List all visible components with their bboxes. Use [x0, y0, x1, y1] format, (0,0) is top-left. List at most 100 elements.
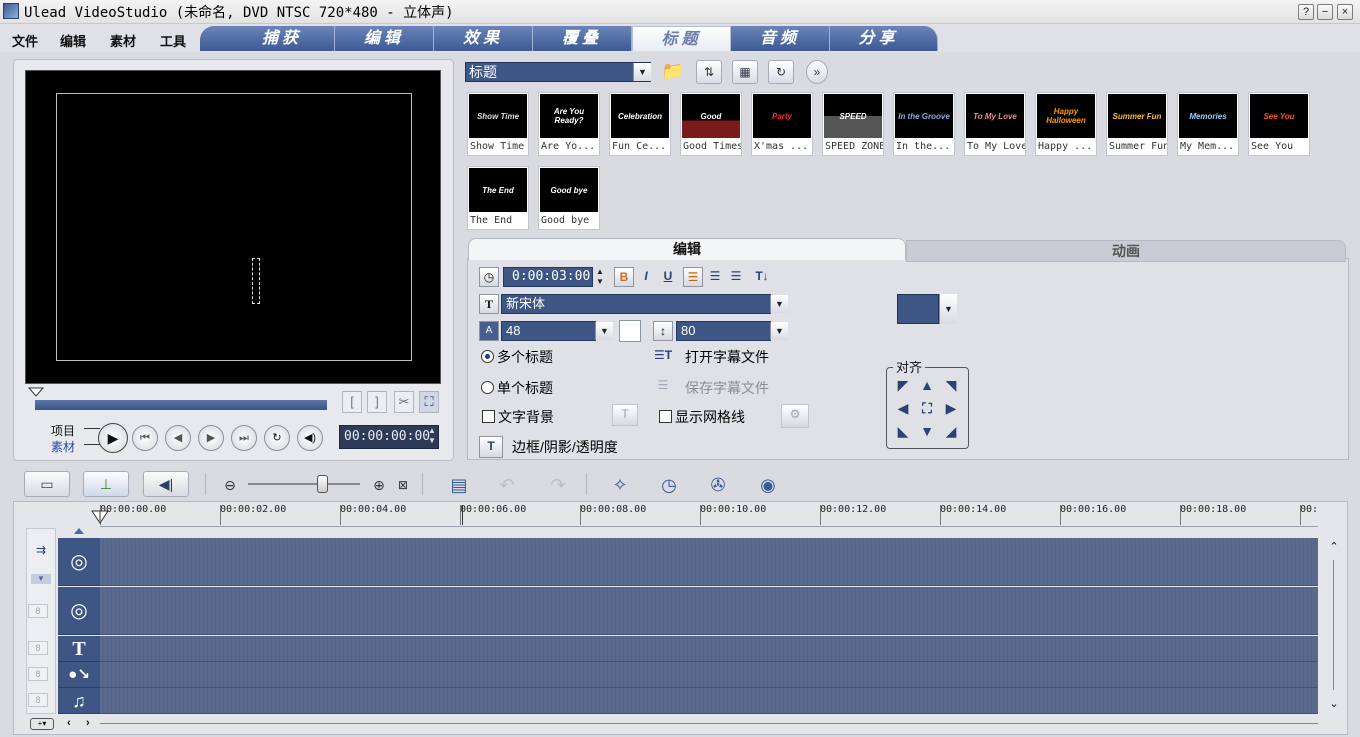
font-size-field[interactable]: 48	[501, 321, 596, 341]
add-track-icon[interactable]: +▾	[30, 718, 54, 730]
music-track[interactable]	[100, 688, 1318, 714]
scrub-handle-icon[interactable]	[28, 387, 44, 397]
smart-proxy-icon[interactable]: ✧	[605, 471, 635, 499]
title-track-icon[interactable]: T	[58, 636, 100, 662]
expand-icon[interactable]: »	[806, 60, 828, 84]
show-grid-checkbox[interactable]	[659, 410, 672, 423]
video-track[interactable]	[100, 538, 1318, 586]
library-category-select[interactable]: 标题	[465, 62, 651, 82]
duration-spin-icon[interactable]: ▲ ▼	[594, 267, 606, 289]
zoom-slider-track[interactable]	[248, 483, 360, 485]
title-template-thumb[interactable]: Happy Halloween Happy ...	[1035, 92, 1097, 156]
mode-project-label[interactable]: 项目	[51, 422, 75, 439]
timecode-spin-icon[interactable]: ▲ ▼	[426, 426, 438, 448]
horizontal-scrollbar[interactable]	[100, 723, 1318, 724]
font-select[interactable]: 新宋体	[501, 294, 771, 314]
chevron-down-icon[interactable]: ▼	[939, 294, 957, 324]
tab-effects[interactable]: 效果	[434, 26, 533, 51]
help-button[interactable]: ?	[1298, 4, 1314, 20]
title-template-thumb[interactable]: Good bye Good bye	[538, 166, 600, 230]
volume-icon[interactable]: ◀)	[297, 425, 323, 451]
surround-mixer-icon[interactable]: ◉	[753, 471, 783, 499]
tab-overlay[interactable]: 覆叠	[533, 26, 632, 51]
lock-icon[interactable]: 8	[28, 641, 48, 655]
video-track-icon[interactable]: ◎	[58, 538, 100, 586]
refresh-icon[interactable]: ↻	[768, 60, 794, 84]
border-shadow-button[interactable]: 边框/阴影/透明度	[512, 437, 618, 457]
font-color-swatch[interactable]	[619, 320, 641, 342]
chevron-down-icon[interactable]: ▼	[595, 322, 613, 340]
align-bottom-right-icon[interactable]: ◢	[942, 422, 960, 440]
tab-audio[interactable]: 音频	[731, 26, 830, 51]
title-template-thumb[interactable]: To My Love To My Love	[964, 92, 1026, 156]
title-template-thumb[interactable]: See You See You	[1248, 92, 1310, 156]
menu-clip[interactable]: 素材	[110, 31, 136, 50]
tab-capture[interactable]: 捕获	[200, 26, 335, 51]
title-template-thumb[interactable]: Are You Ready? Are Yo...	[538, 92, 600, 156]
next-frame-icon[interactable]: ▶	[198, 425, 224, 451]
menu-file[interactable]: 文件	[12, 31, 38, 50]
vertical-scrollbar[interactable]	[1333, 560, 1334, 690]
menu-tools[interactable]: 工具	[160, 31, 186, 50]
title-template-thumb[interactable]: SPEED SPEED ZONE	[822, 92, 884, 156]
timeline-view-icon[interactable]: ⊥	[83, 471, 129, 497]
zoom-out-icon[interactable]: ⊖	[215, 471, 245, 499]
playhead-icon[interactable]	[90, 509, 110, 525]
align-middle-left-icon[interactable]: ◀	[894, 399, 912, 417]
align-center-icon[interactable]: ⛶	[918, 399, 936, 417]
enlarge-preview-icon[interactable]: ⛶	[419, 391, 439, 413]
title-template-thumb[interactable]: Good Good Times	[680, 92, 742, 156]
scrub-bar[interactable]	[35, 400, 327, 410]
timecode-display[interactable]: 00:00:00:00	[339, 425, 439, 449]
voice-track[interactable]	[100, 662, 1318, 688]
chevron-down-icon[interactable]: ⌄	[1328, 697, 1340, 711]
title-template-thumb[interactable]: Party X'mas ...	[751, 92, 813, 156]
tab-title-animation[interactable]: 动画	[906, 240, 1346, 262]
align-top-right-icon[interactable]: ◥	[942, 376, 960, 394]
menu-edit[interactable]: 编辑	[60, 31, 86, 50]
text-insert-box[interactable]	[252, 258, 260, 304]
go-to-end-icon[interactable]: ⏭	[231, 425, 257, 451]
close-button[interactable]: ×	[1337, 4, 1353, 20]
tab-share[interactable]: 分享	[830, 26, 938, 51]
library-manager-icon[interactable]: ▦	[732, 60, 758, 84]
chevron-up-icon[interactable]: ⌃	[1328, 540, 1340, 554]
voice-track-icon[interactable]: ●↘	[58, 662, 100, 688]
italic-button[interactable]: I	[636, 267, 656, 287]
title-template-thumb[interactable]: The End The End	[467, 166, 529, 230]
border-shadow-icon[interactable]: T	[479, 436, 503, 458]
title-template-thumb[interactable]: Celebration Fun Ce...	[609, 92, 671, 156]
mark-in-button[interactable]: [	[342, 391, 362, 413]
insert-media-icon[interactable]: ▤	[444, 471, 474, 499]
overlay-track[interactable]	[100, 587, 1318, 635]
mode-clip-label[interactable]: 素材	[51, 438, 75, 455]
audio-view-icon[interactable]: ◀|	[143, 471, 189, 497]
text-background-settings-icon[interactable]: T	[612, 404, 638, 426]
lock-icon[interactable]: 8	[28, 667, 48, 681]
title-template-thumb[interactable]: In the Groove In the...	[893, 92, 955, 156]
open-subtitle-button[interactable]: 打开字幕文件	[685, 347, 769, 367]
text-direction-preset[interactable]	[897, 294, 939, 324]
collapse-tracks-icon[interactable]: ▼	[31, 574, 51, 584]
repeat-icon[interactable]: ↻	[264, 425, 290, 451]
track-view-toggle-icon[interactable]: ⇉	[29, 543, 53, 559]
align-center-icon[interactable]: ☰	[705, 267, 725, 287]
title-template-thumb[interactable]: Memories My Mem...	[1177, 92, 1239, 156]
tab-title[interactable]: 标题	[632, 26, 731, 51]
duration-field[interactable]: 0:00:03:00	[503, 267, 593, 287]
grid-settings-icon[interactable]: ⚙	[781, 404, 809, 428]
chevron-down-icon[interactable]: ▼	[770, 295, 788, 313]
go-to-start-icon[interactable]: ⏮	[132, 425, 158, 451]
single-title-radio[interactable]	[481, 381, 494, 394]
folder-icon[interactable]: 📁	[660, 60, 686, 84]
overlay-track-icon[interactable]: ◎	[58, 587, 100, 635]
redo-icon[interactable]: ↷	[543, 471, 573, 499]
vertical-text-icon[interactable]: T↓	[752, 267, 772, 287]
align-bottom-center-icon[interactable]: ▼	[918, 422, 936, 440]
align-right-icon[interactable]: ☰	[726, 267, 746, 287]
text-background-checkbox[interactable]	[482, 410, 495, 423]
zoom-slider-thumb[interactable]	[317, 475, 328, 493]
tab-edit[interactable]: 编辑	[335, 26, 434, 51]
play-icon[interactable]: ▶	[98, 423, 128, 453]
previous-frame-icon[interactable]: ◀	[165, 425, 191, 451]
